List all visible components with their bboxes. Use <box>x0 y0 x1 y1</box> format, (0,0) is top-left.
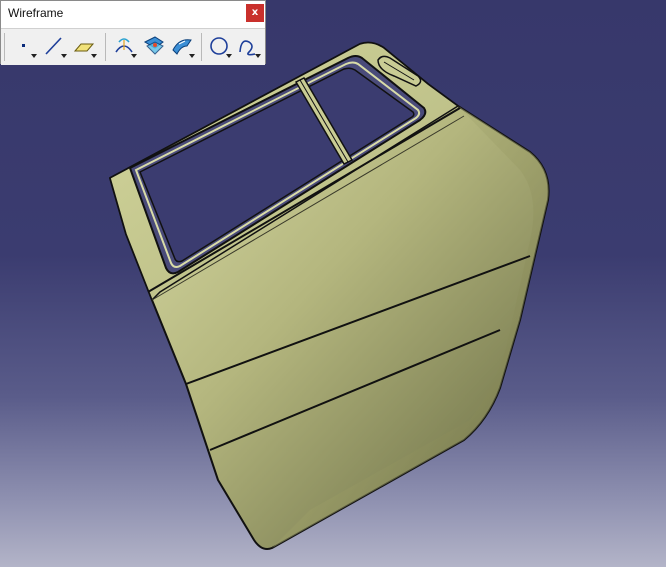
chevron-down-icon[interactable] <box>61 54 67 58</box>
offset-button[interactable] <box>169 32 195 60</box>
toolbar-title: Wireframe <box>8 6 64 20</box>
wireframe-toolbar[interactable]: Wireframe x <box>0 0 266 65</box>
chevron-down-icon[interactable] <box>226 54 232 58</box>
toolbar-separator <box>4 33 5 61</box>
door-model-canvas[interactable] <box>0 0 666 567</box>
intersection-button[interactable] <box>141 32 167 60</box>
plane-button[interactable] <box>71 32 97 60</box>
chevron-down-icon[interactable] <box>255 54 261 58</box>
toolbar-title-bar[interactable]: Wireframe x <box>1 1 265 27</box>
toolbar-buttons <box>1 28 265 65</box>
close-button[interactable]: x <box>246 4 264 22</box>
chevron-down-icon[interactable] <box>131 54 137 58</box>
spline-button[interactable] <box>235 32 261 60</box>
chevron-down-icon[interactable] <box>31 54 37 58</box>
line-button[interactable] <box>41 32 67 60</box>
chevron-down-icon[interactable] <box>91 54 97 58</box>
chevron-down-icon[interactable] <box>189 54 195 58</box>
intersection-icon <box>143 36 164 55</box>
toolbar-separator <box>105 33 106 61</box>
circle-button[interactable] <box>206 32 232 60</box>
point-button[interactable] <box>11 32 37 60</box>
toolbar-separator <box>201 33 202 61</box>
projection-button[interactable] <box>111 32 137 60</box>
3d-viewport[interactable] <box>0 0 666 567</box>
